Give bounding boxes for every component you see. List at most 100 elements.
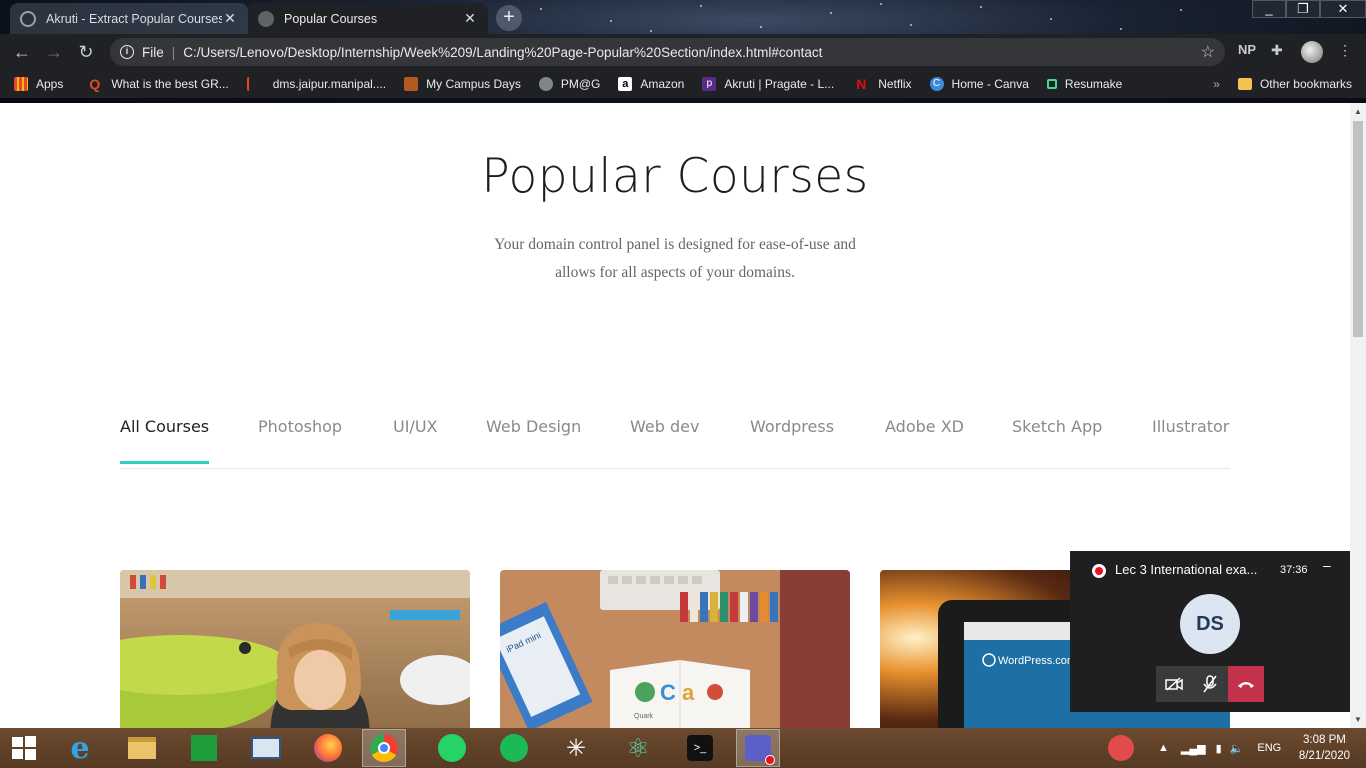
scrollbar-thumb[interactable] bbox=[1353, 121, 1363, 337]
bookmark-label: What is the best GR... bbox=[111, 77, 229, 91]
bookmark-label: My Campus Days bbox=[426, 77, 521, 91]
canva-icon: C bbox=[929, 77, 944, 91]
close-window-button[interactable]: ✕ bbox=[1320, 0, 1366, 18]
taskbar-clock[interactable]: 3:08 PM 8/21/2020 bbox=[1299, 732, 1350, 764]
minimize-call-button[interactable]: – bbox=[1323, 557, 1331, 573]
scroll-up-arrow-icon[interactable]: ▲ bbox=[1354, 107, 1362, 116]
spider-web-icon[interactable]: ✳ bbox=[560, 732, 592, 764]
file-explorer-icon[interactable] bbox=[126, 732, 158, 764]
system-tray: ▲ ▂▄▆ ▮ 🔈 ENG bbox=[1158, 728, 1281, 768]
page-scrollbar[interactable]: ▲ ▼ bbox=[1350, 103, 1366, 728]
girl-playing-photo bbox=[120, 570, 470, 728]
bookmark-star-icon[interactable]: ☆ bbox=[1201, 42, 1215, 62]
bookmark-label: Apps bbox=[36, 77, 64, 91]
bookmark-apps[interactable]: Apps bbox=[14, 77, 63, 91]
bookmark-akruti-pragate[interactable]: p Akruti | Pragate - L... bbox=[702, 77, 834, 91]
hang-up-button[interactable] bbox=[1228, 666, 1264, 702]
restore-window-button[interactable]: ❐ bbox=[1286, 0, 1320, 18]
spotify-icon[interactable] bbox=[498, 732, 530, 764]
a-logo-text: a bbox=[682, 680, 695, 705]
camera-off-icon bbox=[1165, 677, 1183, 691]
reload-icon[interactable]: ↻ bbox=[74, 40, 98, 64]
minimize-window-button[interactable]: _ bbox=[1252, 0, 1286, 18]
firefox-icon[interactable] bbox=[312, 732, 344, 764]
camera-off-button[interactable] bbox=[1156, 666, 1192, 702]
course-filter-tabs: All Courses Photoshop UI/UX Web Design W… bbox=[120, 413, 1230, 469]
other-bookmarks-button[interactable]: Other bookmarks bbox=[1260, 77, 1352, 91]
tab-adobe-xd[interactable]: Adobe XD bbox=[885, 417, 964, 464]
internet-explorer-icon[interactable]: e bbox=[64, 731, 96, 766]
bookmark-dms[interactable]: dms.jaipur.manipal.... bbox=[246, 77, 386, 91]
scroll-down-arrow-icon[interactable]: ▼ bbox=[1354, 715, 1362, 724]
profile-initials[interactable]: NP bbox=[1238, 42, 1256, 64]
terminal-icon[interactable]: >_ bbox=[684, 732, 716, 764]
folder-icon bbox=[1237, 78, 1252, 90]
close-tab-icon[interactable]: ✕ bbox=[222, 10, 238, 27]
tab-illustrator[interactable]: Illustrator bbox=[1152, 417, 1229, 464]
atom-icon[interactable]: ⚛ bbox=[622, 732, 654, 764]
back-arrow-icon[interactable]: ← bbox=[10, 40, 34, 64]
address-separator: | bbox=[171, 44, 176, 60]
amazon-icon: a bbox=[618, 77, 633, 91]
tab-wordpress[interactable]: Wordpress bbox=[750, 417, 834, 464]
course-card[interactable] bbox=[120, 570, 470, 728]
teams-icon[interactable] bbox=[736, 729, 780, 767]
tab-popular-courses[interactable]: Popular Courses ✕ bbox=[248, 3, 488, 34]
tab-web-dev[interactable]: Web dev bbox=[630, 417, 699, 464]
forward-arrow-icon[interactable]: → bbox=[42, 40, 66, 64]
campus-icon bbox=[404, 77, 419, 91]
teams-call-overlay[interactable]: Lec 3 International exa... 37:36 – DS bbox=[1070, 551, 1350, 712]
recording-icon bbox=[1092, 564, 1106, 578]
clock-time: 3:08 PM bbox=[1303, 734, 1346, 746]
bookmark-pm-g[interactable]: PM@G bbox=[538, 77, 600, 91]
course-card[interactable]: iPad mini Quark C a bbox=[500, 570, 850, 728]
call-duration: 37:36 bbox=[1280, 564, 1308, 576]
menu-kebab-icon[interactable]: ⋮ bbox=[1338, 42, 1352, 64]
page-subtitle: Your domain control panel is designed fo… bbox=[450, 231, 900, 287]
notification-app-icon[interactable] bbox=[1106, 732, 1136, 764]
tab-all-courses[interactable]: All Courses bbox=[120, 417, 210, 464]
close-tab-icon[interactable]: ✕ bbox=[462, 10, 478, 27]
bookmark-netflix[interactable]: N Netflix bbox=[856, 77, 911, 91]
language-indicator[interactable]: ENG bbox=[1257, 742, 1281, 754]
url-text[interactable]: C:/Users/Lenovo/Desktop/Internship/Week%… bbox=[183, 45, 822, 60]
bookmark-amazon[interactable]: a Amazon bbox=[618, 77, 684, 91]
new-tab-button[interactable]: + bbox=[496, 5, 522, 31]
tab-extract-popular-courses[interactable]: Akruti - Extract Popular Courses S ✕ bbox=[10, 3, 248, 34]
tab-photoshop[interactable]: Photoshop bbox=[258, 417, 342, 464]
bookmark-canva[interactable]: C Home - Canva bbox=[929, 77, 1029, 91]
meeting-title: Lec 3 International exa... bbox=[1115, 562, 1258, 577]
tray-expand-icon[interactable]: ▲ bbox=[1158, 742, 1169, 754]
wifi-signal-icon[interactable]: ▂▄▆ bbox=[1181, 742, 1206, 755]
windows-logo-icon bbox=[12, 736, 36, 760]
store-icon[interactable] bbox=[188, 732, 220, 764]
battery-icon[interactable]: ▮ bbox=[1216, 742, 1222, 755]
tab-ui-ux[interactable]: UI/UX bbox=[393, 417, 438, 464]
avatar: DS bbox=[1180, 594, 1240, 654]
bookmark-my-campus-days[interactable]: My Campus Days bbox=[404, 77, 521, 91]
mute-button[interactable] bbox=[1192, 666, 1228, 702]
address-bar[interactable]: i File | C:/Users/Lenovo/Desktop/Interns… bbox=[110, 38, 1225, 66]
apps-grid-icon bbox=[14, 77, 28, 91]
page-title: Popular Courses bbox=[481, 149, 869, 204]
chrome-icon[interactable] bbox=[362, 729, 406, 767]
bookmarks-overflow-button[interactable]: » bbox=[1213, 77, 1220, 91]
whatsapp-icon[interactable] bbox=[436, 732, 468, 764]
avatar[interactable] bbox=[1301, 41, 1323, 63]
start-button[interactable] bbox=[8, 732, 40, 764]
extensions-puzzle-icon[interactable]: ✚ bbox=[1271, 42, 1283, 64]
tab-web-design[interactable]: Web Design bbox=[486, 417, 581, 464]
lenovo-icon[interactable] bbox=[250, 732, 282, 764]
bookmarks-right: » Other bookmarks bbox=[1213, 77, 1352, 91]
netflix-icon: N bbox=[856, 76, 867, 92]
browser-chrome: Akruti - Extract Popular Courses S ✕ Pop… bbox=[0, 0, 1366, 103]
bookmark-quora[interactable]: Q What is the best GR... bbox=[89, 77, 228, 91]
volume-icon[interactable]: 🔈 bbox=[1230, 742, 1244, 755]
site-info-icon[interactable]: i bbox=[120, 45, 134, 59]
globe-icon bbox=[538, 77, 553, 91]
bookmark-label: Resumake bbox=[1064, 77, 1123, 91]
page-icon bbox=[246, 77, 251, 91]
tab-sketch-app[interactable]: Sketch App bbox=[1012, 417, 1102, 464]
quora-icon: Q bbox=[89, 76, 101, 92]
bookmark-resumake[interactable]: Resumake bbox=[1046, 77, 1123, 91]
